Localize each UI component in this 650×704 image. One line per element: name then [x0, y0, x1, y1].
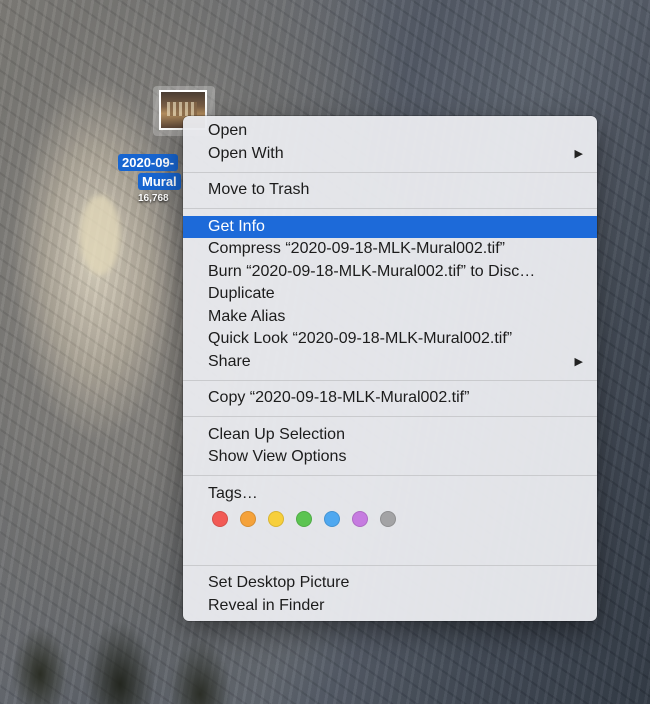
- menu-item-tags[interactable]: Tags…: [183, 483, 597, 506]
- menu-item-show-view-options[interactable]: Show View Options: [183, 446, 597, 469]
- menu-item-label: Duplicate: [208, 285, 275, 302]
- menu-item-get-info[interactable]: Get Info: [183, 215, 597, 238]
- menu-item-compress[interactable]: Compress “2020-09-18-MLK-Mural002.tif”: [183, 238, 597, 261]
- menu-item-open-with[interactable]: Open With ▶: [183, 143, 597, 166]
- submenu-arrow-icon: ▶: [574, 147, 583, 160]
- menu-item-label: Open: [208, 122, 248, 139]
- gray-tag-icon[interactable]: [380, 511, 396, 527]
- menu-item-share[interactable]: Share ▶: [183, 351, 597, 374]
- menu-item-label: Make Alias: [208, 307, 286, 325]
- menu-item-clean-up-selection[interactable]: Clean Up Selection: [183, 424, 597, 447]
- menu-item-reveal-in-finder[interactable]: Reveal in Finder: [183, 595, 597, 618]
- menu-item-make-alias[interactable]: Make Alias: [183, 306, 597, 329]
- menu-item-label: Share: [208, 352, 251, 370]
- menu-separator: [183, 475, 597, 476]
- purple-tag-icon[interactable]: [352, 511, 368, 527]
- menu-item-duplicate[interactable]: Duplicate: [183, 283, 597, 306]
- menu-item-label: Reveal in Finder: [208, 596, 325, 614]
- menu-item-label: Tags…: [208, 484, 258, 502]
- submenu-arrow-icon: ▶: [574, 355, 583, 368]
- menu-item-label: Open With: [208, 144, 284, 162]
- menu-item-label: Get Info: [208, 217, 265, 235]
- menu-item-label: Move to Trash: [208, 181, 310, 198]
- file-name-line2: Mural: [138, 173, 181, 190]
- menu-item-quick-look[interactable]: Quick Look “2020-09-18-MLK-Mural002.tif”: [183, 328, 597, 351]
- green-tag-icon[interactable]: [296, 511, 312, 527]
- menu-item-label: Set Desktop Picture: [208, 574, 350, 591]
- menu-item-label: Compress “2020-09-18-MLK-Mural002.tif”: [208, 240, 505, 257]
- context-menu: Open Open With ▶ Move to Trash Get Info C…: [183, 116, 597, 621]
- yellow-tag-icon[interactable]: [268, 511, 284, 527]
- menu-item-open[interactable]: Open: [183, 120, 597, 143]
- menu-separator: [183, 208, 597, 209]
- menu-separator: [183, 564, 597, 566]
- orange-tag-icon[interactable]: [240, 511, 256, 527]
- menu-item-move-to-trash[interactable]: Move to Trash: [183, 179, 597, 202]
- red-tag-icon[interactable]: [212, 511, 228, 527]
- menu-spacer: [183, 533, 597, 558]
- menu-item-label: Clean Up Selection: [208, 425, 345, 443]
- wallpaper-highlight: [80, 195, 120, 275]
- menu-item-label: Copy “2020-09-18-MLK-Mural002.tif”: [208, 389, 470, 406]
- blue-tag-icon[interactable]: [324, 511, 340, 527]
- menu-item-label: Quick Look “2020-09-18-MLK-Mural002.tif”: [208, 330, 513, 347]
- file-name-line1: 2020-09-: [118, 154, 179, 171]
- menu-item-label: Burn “2020-09-18-MLK-Mural002.tif” to Di…: [208, 262, 536, 280]
- menu-separator: [183, 379, 597, 381]
- menu-item-set-desktop-picture[interactable]: Set Desktop Picture: [183, 572, 597, 595]
- tag-color-row: [183, 505, 597, 533]
- menu-item-burn-to-disc[interactable]: Burn “2020-09-18-MLK-Mural002.tif” to Di…: [183, 261, 597, 284]
- menu-separator: [183, 416, 597, 417]
- menu-item-copy[interactable]: Copy “2020-09-18-MLK-Mural002.tif”: [183, 387, 597, 410]
- file-size-text: 16,768: [138, 193, 169, 204]
- menu-item-label: Show View Options: [208, 448, 347, 465]
- menu-separator: [183, 171, 597, 173]
